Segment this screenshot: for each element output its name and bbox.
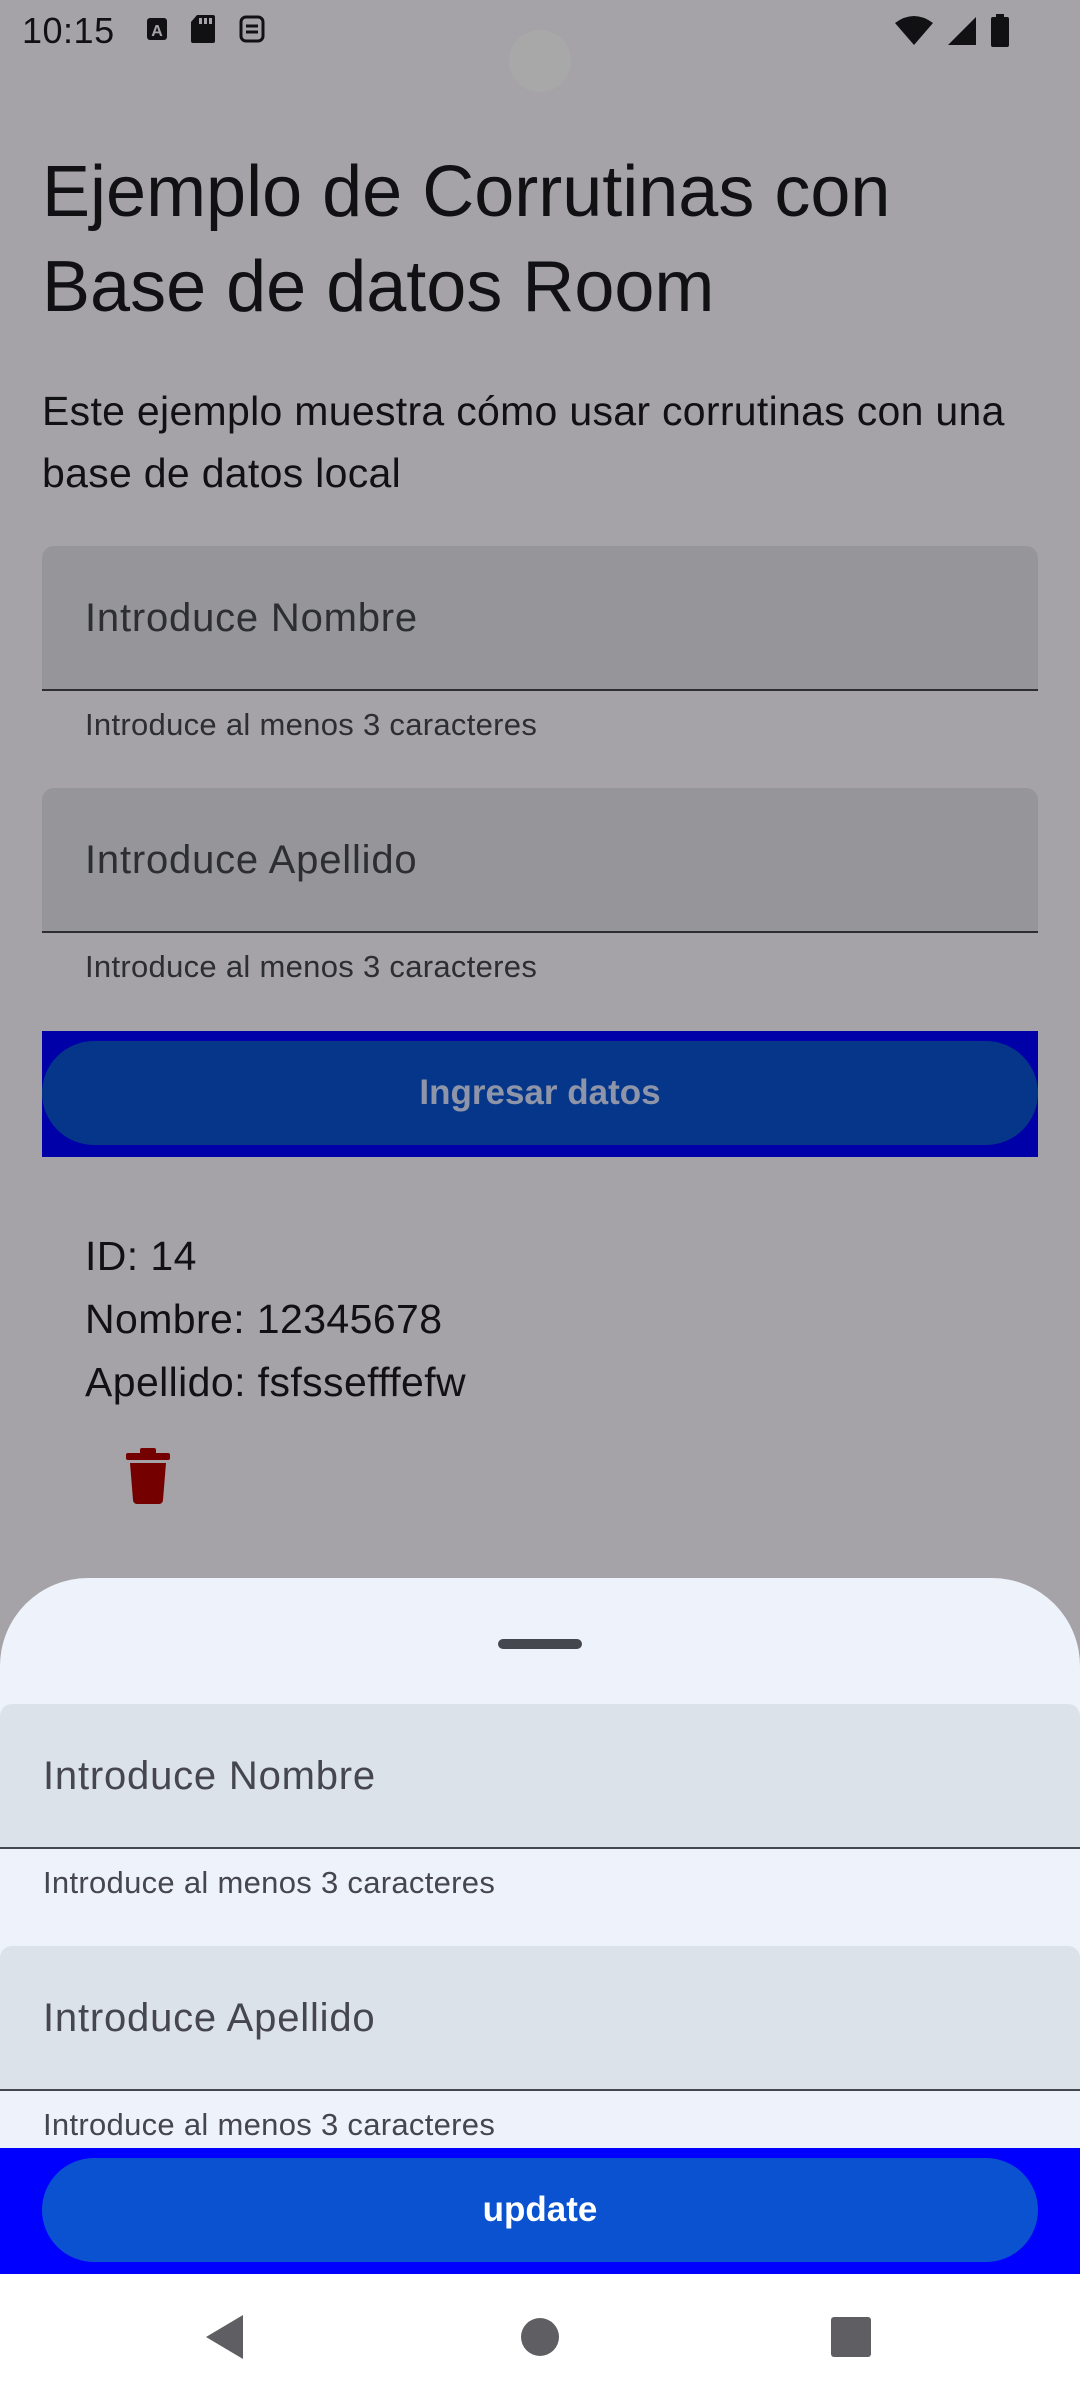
update-button-highlight: update	[0, 2148, 1080, 2274]
back-icon	[206, 2315, 243, 2359]
sheet-surname-input[interactable]: Introduce Apellido	[0, 1946, 1080, 2091]
update-button[interactable]: update	[42, 2158, 1038, 2262]
back-button[interactable]	[145, 2274, 305, 2400]
sheet-name-input-placeholder: Introduce Nombre	[43, 1754, 376, 1798]
home-button[interactable]	[460, 2274, 620, 2400]
sheet-name-input[interactable]: Introduce Nombre	[0, 1704, 1080, 1849]
recents-button[interactable]	[771, 2274, 931, 2400]
home-icon	[521, 2318, 559, 2356]
sheet-surname-input-placeholder: Introduce Apellido	[43, 1996, 376, 2040]
drag-handle[interactable]	[498, 1639, 582, 1649]
navigation-bar	[0, 2274, 1080, 2400]
screen: 10:15 A Ejemplo de Corrutinas con Base d…	[0, 0, 1080, 2400]
sheet-surname-helper-text: Introduce al menos 3 caracteres	[43, 2107, 496, 2142]
recents-icon	[831, 2317, 871, 2357]
sheet-name-helper-text: Introduce al menos 3 caracteres	[43, 1865, 496, 1900]
